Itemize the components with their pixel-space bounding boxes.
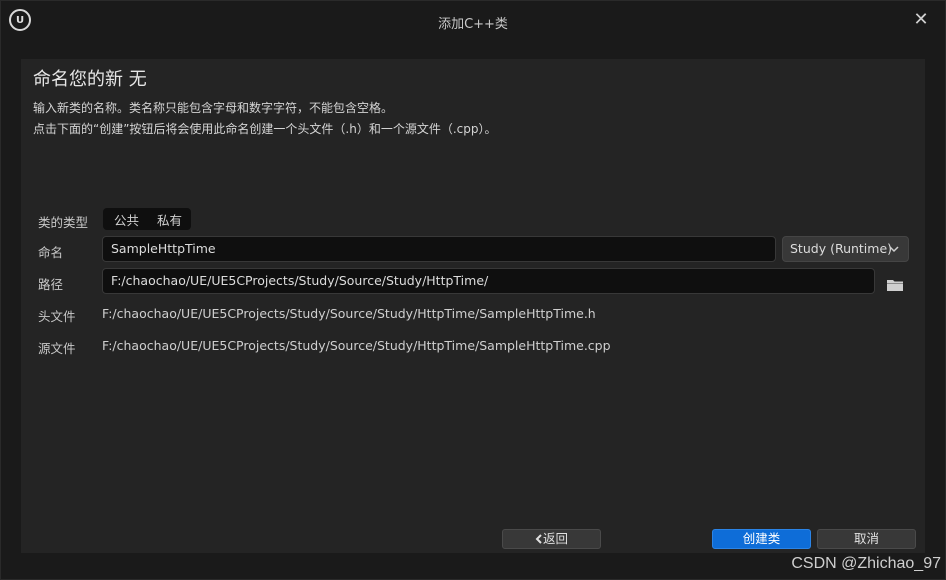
folder-icon[interactable] xyxy=(887,276,903,291)
module-dropdown[interactable]: Study (Runtime) xyxy=(782,236,909,262)
description-line-1: 输入新类的名称。类名称只能包含字母和数字字符，不能包含空格。 xyxy=(33,101,394,115)
watermark: CSDN @Zhichao_97 xyxy=(791,555,941,572)
class-type-public-option[interactable]: 公共 xyxy=(103,210,139,229)
source-file-path: F:/chaochao/UE/UE5CProjects/Study/Source… xyxy=(102,338,611,353)
title-bar: U 添加C++类 ✕ xyxy=(1,1,945,41)
header-file-path: F:/chaochao/UE/UE5CProjects/Study/Source… xyxy=(102,306,596,321)
path-input[interactable]: F:/chaochao/UE/UE5CProjects/Study/Source… xyxy=(102,268,875,294)
description-line-2: 点击下面的“创建”按钮后将会使用此命名创建一个头文件（.h）和一个源文件（.cp… xyxy=(33,122,497,136)
window-title: 添加C++类 xyxy=(438,17,508,32)
add-cpp-class-dialog: U 添加C++类 ✕ 命名您的新 无 输入新类的名称。类名称只能包含字母和数字字… xyxy=(0,0,946,580)
module-dropdown-value: Study (Runtime) xyxy=(790,241,893,256)
create-class-button[interactable]: 创建类 xyxy=(712,529,811,549)
back-button[interactable]: 返回 xyxy=(502,529,601,549)
name-label: 命名 xyxy=(38,245,64,260)
chevron-left-icon xyxy=(535,534,542,544)
back-button-label: 返回 xyxy=(542,531,568,546)
chevron-down-icon xyxy=(889,237,899,270)
class-type-label: 类的类型 xyxy=(38,215,89,230)
source-file-label: 源文件 xyxy=(38,341,76,356)
close-icon[interactable]: ✕ xyxy=(911,10,931,30)
class-name-input[interactable]: SampleHttpTime xyxy=(102,236,776,262)
main-panel: 命名您的新 无 输入新类的名称。类名称只能包含字母和数字字符，不能包含空格。 点… xyxy=(21,59,925,553)
class-type-toggle: 公共 私有 xyxy=(103,208,191,230)
cancel-button[interactable]: 取消 xyxy=(817,529,916,549)
page-title: 命名您的新 无 xyxy=(33,69,147,90)
header-file-label: 头文件 xyxy=(38,309,76,324)
path-label: 路径 xyxy=(38,277,64,292)
class-type-private-option[interactable]: 私有 xyxy=(139,210,182,229)
